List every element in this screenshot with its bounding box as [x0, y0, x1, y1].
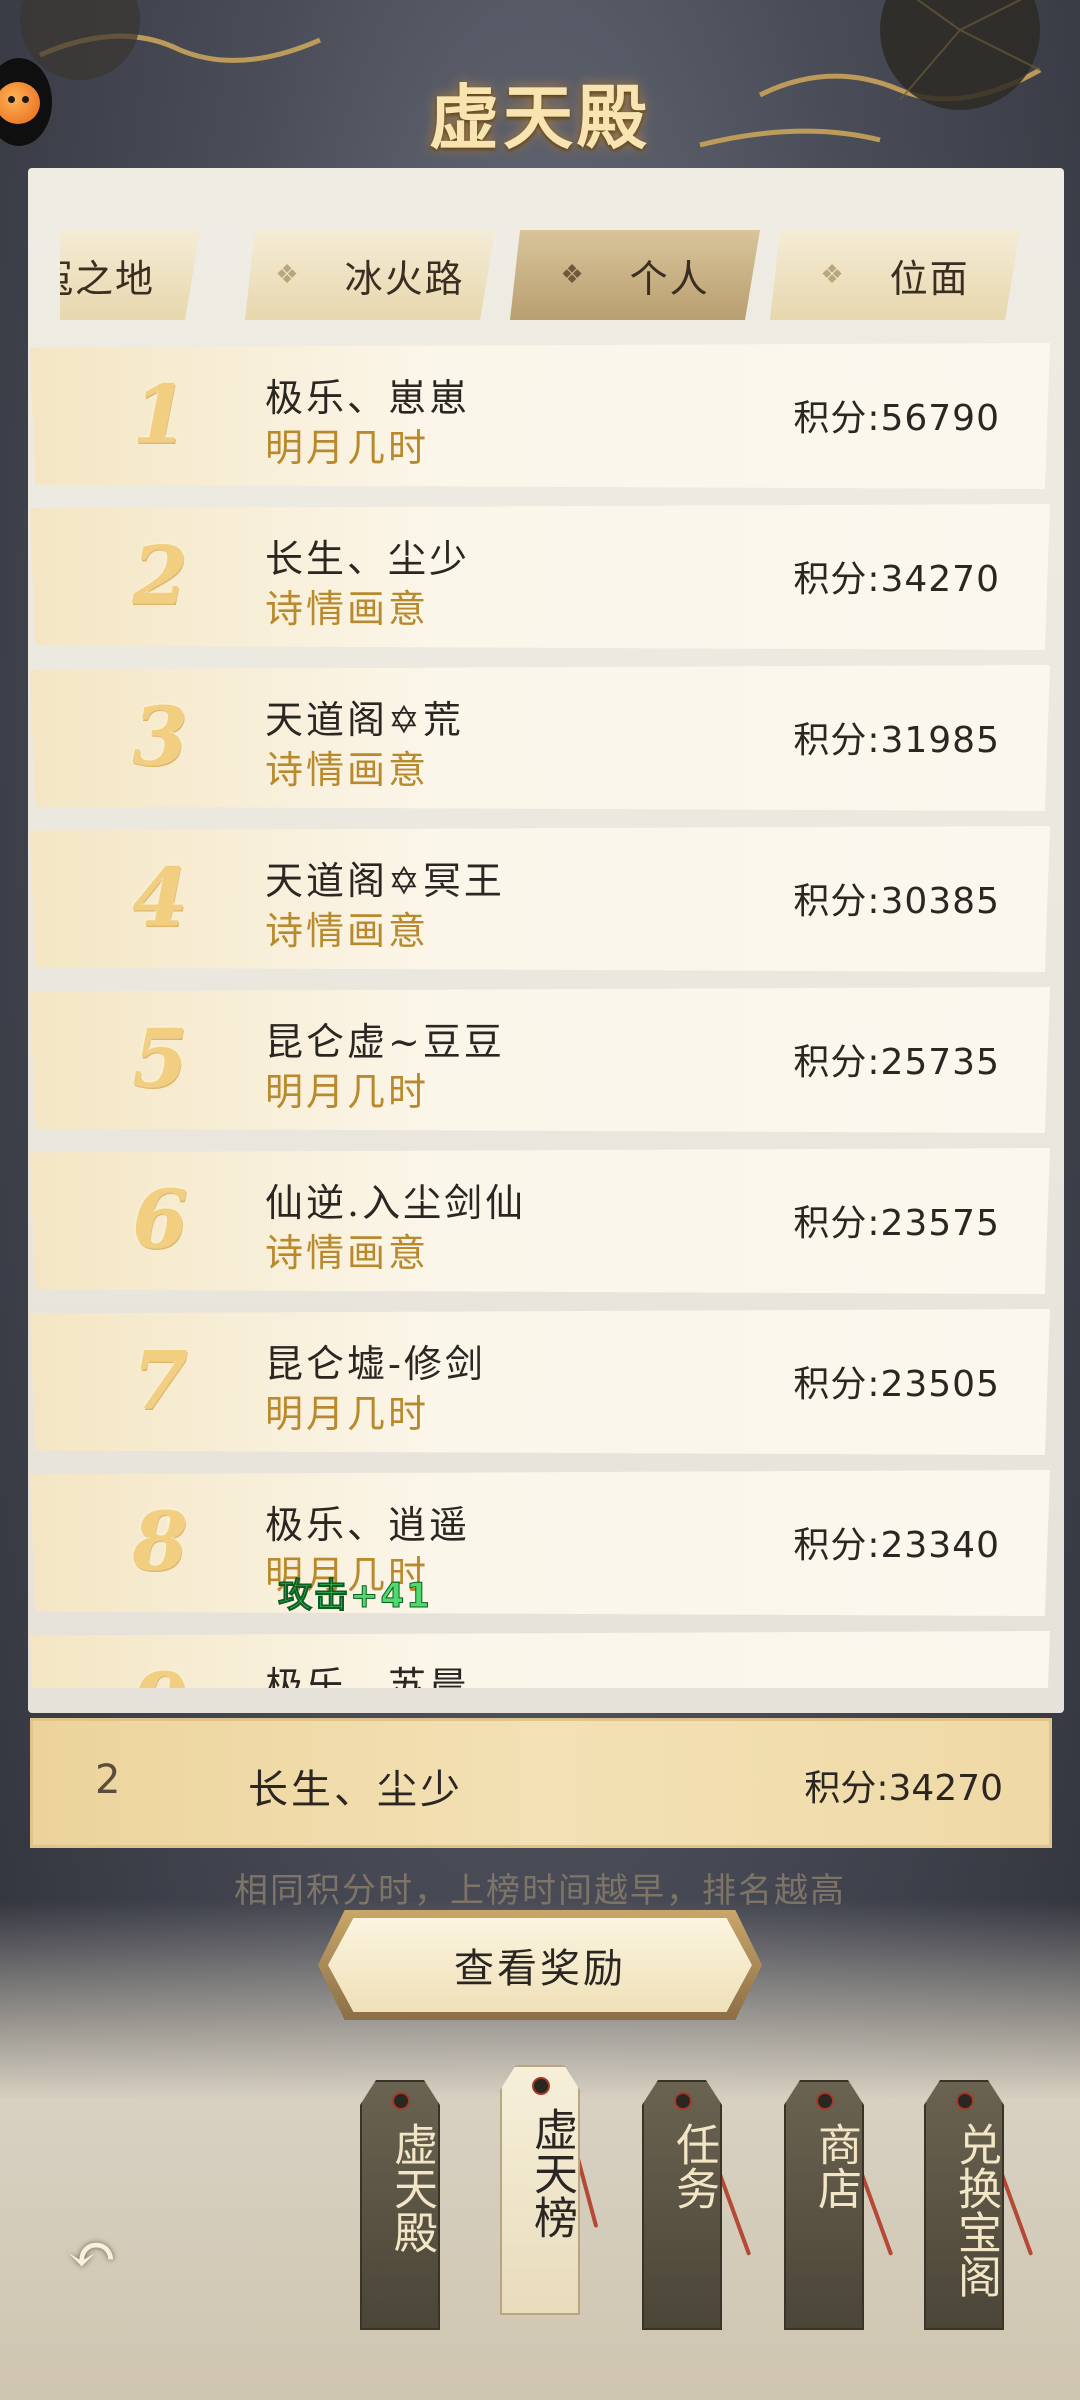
rank-number: 4 — [132, 850, 188, 944]
ranking-row[interactable]: 9 极乐、苏晨 — [30, 1631, 1050, 1688]
tab-label: 位面 — [889, 256, 970, 301]
guild-name: 诗情画意 — [265, 748, 430, 792]
diamond-icon: ❖ — [820, 260, 846, 290]
rank-number: 6 — [132, 1172, 188, 1266]
rank-number: 5 — [132, 1011, 188, 1105]
rank-number: 7 — [132, 1333, 188, 1427]
tag-hole — [532, 2077, 550, 2095]
tab-death-land[interactable]: 死冤之地 — [60, 230, 200, 320]
tab-label: 个人 — [629, 256, 710, 301]
my-player-name: 长生、尘少 — [248, 1767, 463, 1813]
guild-name: 明月几时 — [265, 1070, 430, 1114]
ranking-row[interactable]: 6 仙逆.入尘剑仙 诗情画意 积分:23575 — [30, 1148, 1050, 1294]
page-title: 虚天殿 — [429, 76, 651, 159]
player-score: 积分:34270 — [793, 559, 1000, 600]
guild-name: 诗情画意 — [265, 1231, 430, 1275]
tab-label: 冰火路 — [344, 256, 465, 301]
tab-bar: 死冤之地 ❖ 冰火路 ❖ 个人 ❖ 位面 — [60, 230, 1030, 320]
player-name: 天道阁✡荒 — [265, 698, 464, 742]
tag-hole — [956, 2092, 974, 2110]
guild-name: 明月几时 — [265, 426, 430, 470]
tab-ice-fire-road[interactable]: ❖ 冰火路 — [245, 230, 495, 320]
nav-tag-label: 商店 — [810, 2122, 861, 2210]
nav-tag-tasks[interactable]: 任务 — [642, 2080, 722, 2330]
rank-number: 8 — [132, 1494, 188, 1588]
ranking-hint: 相同积分时，上榜时间越早，排名越高 — [234, 1871, 846, 1911]
guild-name: 诗情画意 — [265, 909, 430, 953]
tag-hole — [674, 2092, 692, 2110]
player-score: 积分:23340 — [793, 1525, 1000, 1566]
player-name: 极乐、逍遥 — [265, 1503, 471, 1547]
player-name: 极乐、苏晨 — [265, 1664, 471, 1688]
player-score: 积分:30385 — [793, 881, 1000, 922]
nav-tag-label: 兑换宝阁 — [950, 2122, 1001, 2298]
tab-label: 死冤之地 — [60, 256, 155, 301]
my-score: 积分:34270 — [804, 1768, 1003, 1809]
player-name: 昆仑虚~豆豆 — [265, 1020, 505, 1064]
nav-tag-label: 虚天殿 — [386, 2122, 437, 2254]
ranking-list[interactable]: 1 极乐、崽崽 明月几时 积分:56790 2 长生、尘少 诗情画意 积分:34… — [30, 343, 1050, 1688]
ranking-row[interactable]: 2 长生、尘少 诗情画意 积分:34270 — [30, 504, 1050, 650]
diamond-icon: ❖ — [560, 260, 586, 290]
attack-bonus-popup: 攻击+41 — [278, 1576, 432, 1617]
rank-number: 9 — [115, 1655, 205, 1688]
player-score: 积分:23575 — [793, 1203, 1000, 1244]
player-score: 积分:25735 — [793, 1042, 1000, 1083]
nav-tag-label: 任务 — [668, 2122, 719, 2210]
ranking-row[interactable]: 4 天道阁✡冥王 诗情画意 积分:30385 — [30, 826, 1050, 972]
nav-tag-shop[interactable]: 商店 — [784, 2080, 864, 2330]
player-score: 积分:23505 — [793, 1364, 1000, 1405]
player-name: 天道阁✡冥王 — [265, 859, 505, 903]
rank-number: 2 — [132, 528, 188, 622]
guild-name: 明月几时 — [265, 1392, 430, 1436]
nav-tag-xutian-hall[interactable]: 虚天殿 — [360, 2080, 440, 2330]
my-rank-bar: 2 长生、尘少 积分:34270 — [30, 1718, 1052, 1848]
my-rank-number: 2 — [95, 1757, 121, 1803]
back-arrow-icon[interactable]: ↶ — [52, 2225, 132, 2285]
player-score: 积分:31985 — [793, 720, 1000, 761]
player-name: 长生、尘少 — [265, 537, 471, 581]
tab-personal[interactable]: ❖ 个人 — [510, 230, 760, 320]
ranking-row[interactable]: 5 昆仑虚~豆豆 明月几时 积分:25735 — [30, 987, 1050, 1133]
nav-tag-exchange-treasure[interactable]: 兑换宝阁 — [924, 2080, 1004, 2330]
tag-hole — [392, 2092, 410, 2110]
ranking-row[interactable]: 3 天道阁✡荒 诗情画意 积分:31985 — [30, 665, 1050, 811]
guild-name: 诗情画意 — [265, 587, 430, 631]
player-name: 昆仑墟-修剑 — [265, 1342, 486, 1386]
ranking-row[interactable]: 8 极乐、逍遥 明月几时 积分:23340 — [30, 1470, 1050, 1616]
player-name: 极乐、崽崽 — [265, 376, 471, 420]
ranking-row[interactable]: 7 昆仑墟-修剑 明月几时 积分:23505 — [30, 1309, 1050, 1455]
nav-tag-xutian-ranking[interactable]: 虚天榜 — [500, 2065, 580, 2315]
tag-hole — [816, 2092, 834, 2110]
diamond-icon: ❖ — [275, 260, 301, 290]
rank-number: 3 — [132, 689, 188, 783]
tab-plane[interactable]: ❖ 位面 — [770, 230, 1020, 320]
player-name: 仙逆.入尘剑仙 — [265, 1181, 527, 1225]
ranking-row[interactable]: 1 极乐、崽崽 明月几时 积分:56790 — [30, 343, 1050, 489]
player-score: 积分:56790 — [793, 398, 1000, 439]
rank-number: 1 — [132, 367, 188, 461]
view-rewards-button[interactable]: 查看奖励 — [328, 1918, 752, 2012]
nav-tag-label: 虚天榜 — [526, 2107, 577, 2239]
